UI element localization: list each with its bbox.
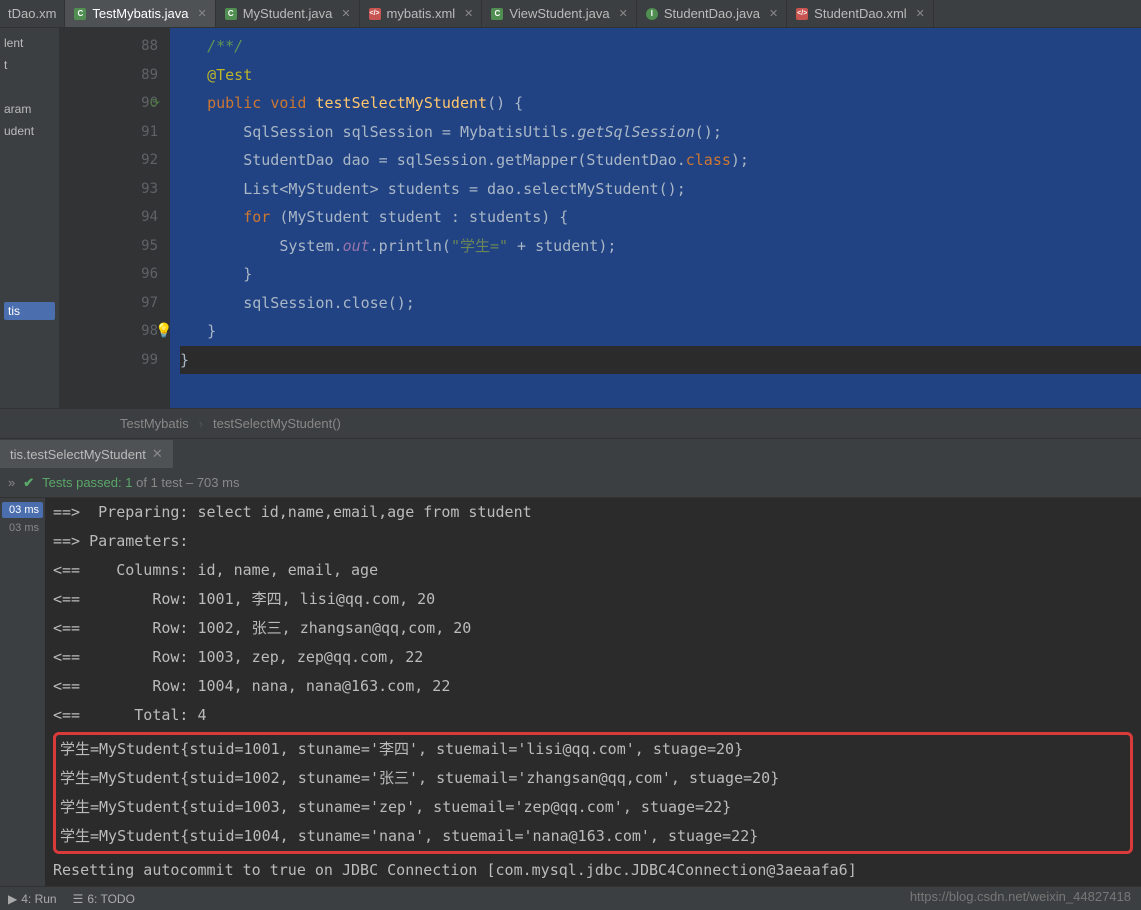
tab-label: tDao.xm (8, 6, 56, 21)
console-line: 学生=MyStudent{stuid=1004, stuname='nana',… (60, 822, 1126, 851)
code-content[interactable]: /**/ @Test public void testSelectMyStude… (170, 28, 1141, 408)
status-text: Tests passed: 1 of 1 test – 703 ms (42, 475, 239, 490)
line-number: 97 (60, 289, 158, 318)
breadcrumb-class[interactable]: TestMybatis (120, 416, 189, 431)
tab-label: mybatis.xml (387, 6, 456, 21)
close-icon[interactable]: ✕ (198, 7, 207, 20)
console-line: <== Row: 1004, nana, nana@163.com, 22 (53, 672, 1133, 701)
tab-testmybatis[interactable]: C TestMybatis.java ✕ (65, 0, 215, 27)
sidebar-item[interactable]: t (4, 54, 55, 76)
expand-icon[interactable]: » (8, 475, 15, 490)
console-line: <== Row: 1001, 李四, lisi@qq.com, 20 (53, 585, 1133, 614)
java-class-icon: C (490, 7, 504, 21)
list-icon: ☰ (73, 892, 84, 906)
close-icon[interactable]: ✕ (916, 7, 925, 20)
run-tabs: tis.testSelectMyStudent ✕ (0, 438, 1141, 468)
sidebar-item (4, 76, 55, 98)
java-class-icon: C (73, 7, 87, 21)
line-number: 99 (60, 346, 158, 375)
code-comment: /**/ (207, 37, 243, 55)
lightbulb-icon[interactable]: 💡 (155, 317, 172, 346)
time-badge[interactable]: 03 ms (2, 520, 43, 536)
main-area: lent t aram udent tis 88 89 90⟳ 91 92 93… (0, 28, 1141, 408)
xml-icon: </> (368, 7, 382, 21)
close-icon[interactable]: ✕ (769, 7, 778, 20)
console-line: <== Row: 1002, 张三, zhangsan@qq,com, 20 (53, 614, 1133, 643)
tab-label: TestMybatis.java (92, 6, 188, 21)
line-number: 91 (60, 118, 158, 147)
close-icon[interactable]: ✕ (341, 7, 350, 20)
console-line: 学生=MyStudent{stuid=1003, stuname='zep', … (60, 793, 1126, 822)
todo-tool-button[interactable]: ☰ 6: TODO (73, 892, 135, 906)
tab-studentdao-xml[interactable]: </> StudentDao.xml ✕ (787, 0, 934, 27)
breadcrumb-method[interactable]: testSelectMyStudent() (213, 416, 341, 431)
test-tree-side[interactable]: 03 ms 03 ms (0, 498, 45, 906)
java-interface-icon: I (645, 7, 659, 21)
highlighted-output: 学生=MyStudent{stuid=1001, stuname='李四', s… (53, 732, 1133, 854)
console-line: <== Columns: id, name, email, age (53, 556, 1133, 585)
code-annotation: @Test (207, 66, 252, 84)
editor-tabs-bar: tDao.xm C TestMybatis.java ✕ C MyStudent… (0, 0, 1141, 28)
console-line: ==> Parameters: (53, 527, 1133, 556)
line-number: 94 (60, 203, 158, 232)
java-class-icon: C (224, 7, 238, 21)
xml-icon: </> (795, 7, 809, 21)
line-number: 98 (60, 317, 158, 346)
line-gutter: 88 89 90⟳ 91 92 93 94 95 96 97 98 99 (60, 28, 170, 408)
console-area: 03 ms 03 ms ==> Preparing: select id,nam… (0, 498, 1141, 906)
line-number: 90⟳ (60, 89, 158, 118)
tab-mystudent[interactable]: C MyStudent.java ✕ (216, 0, 360, 27)
line-number: 96 (60, 260, 158, 289)
bottom-toolbar: ▶ 4: Run ☰ 6: TODO (0, 886, 1141, 910)
line-number: 88 (60, 32, 158, 61)
console-line: 学生=MyStudent{stuid=1001, stuname='李四', s… (60, 735, 1126, 764)
console-output[interactable]: ==> Preparing: select id,name,email,age … (45, 498, 1141, 906)
play-icon: ▶ (8, 892, 17, 906)
sidebar-item[interactable]: lent (4, 32, 55, 54)
tab-label: MyStudent.java (243, 6, 333, 21)
code-editor[interactable]: 88 89 90⟳ 91 92 93 94 95 96 97 98 99 /**… (60, 28, 1141, 408)
project-sidebar[interactable]: lent t aram udent tis (0, 28, 60, 408)
tab-studentdao-java[interactable]: I StudentDao.java ✕ (637, 0, 787, 27)
chevron-right-icon: › (199, 416, 203, 431)
time-badge[interactable]: 03 ms (2, 502, 43, 518)
tab-label: ViewStudent.java (509, 6, 609, 21)
console-line: 学生=MyStudent{stuid=1002, stuname='张三', s… (60, 764, 1126, 793)
tab-tdao-xml[interactable]: tDao.xm (0, 0, 65, 27)
run-tab-test[interactable]: tis.testSelectMyStudent ✕ (0, 440, 173, 468)
test-status-bar: » ✔ Tests passed: 1 of 1 test – 703 ms (0, 468, 1141, 498)
sidebar-item-selected[interactable]: tis (4, 302, 55, 320)
check-icon: ✔ (23, 475, 34, 491)
run-test-icon[interactable]: ⟳ (150, 89, 160, 118)
console-line: Resetting autocommit to true on JDBC Con… (53, 856, 1133, 885)
console-line: <== Row: 1003, zep, zep@qq.com, 22 (53, 643, 1133, 672)
close-icon[interactable]: ✕ (619, 7, 628, 20)
tab-viewstudent[interactable]: C ViewStudent.java ✕ (482, 0, 636, 27)
line-number: 89 (60, 61, 158, 90)
close-icon[interactable]: ✕ (152, 446, 163, 462)
run-tool-button[interactable]: ▶ 4: Run (8, 892, 57, 906)
tab-mybatis-xml[interactable]: </> mybatis.xml ✕ (360, 0, 483, 27)
close-icon[interactable]: ✕ (464, 7, 473, 20)
run-tab-label: tis.testSelectMyStudent (10, 447, 146, 462)
console-line: <== Total: 4 (53, 701, 1133, 730)
line-number: 93 (60, 175, 158, 204)
breadcrumb: TestMybatis › testSelectMyStudent() (0, 408, 1141, 438)
tab-label: StudentDao.java (664, 6, 760, 21)
sidebar-item[interactable]: aram (4, 98, 55, 120)
line-number: 95 (60, 232, 158, 261)
line-number: 92 (60, 146, 158, 175)
console-line: ==> Preparing: select id,name,email,age … (53, 498, 1133, 527)
sidebar-item[interactable]: udent (4, 120, 55, 142)
tab-label: StudentDao.xml (814, 6, 907, 21)
